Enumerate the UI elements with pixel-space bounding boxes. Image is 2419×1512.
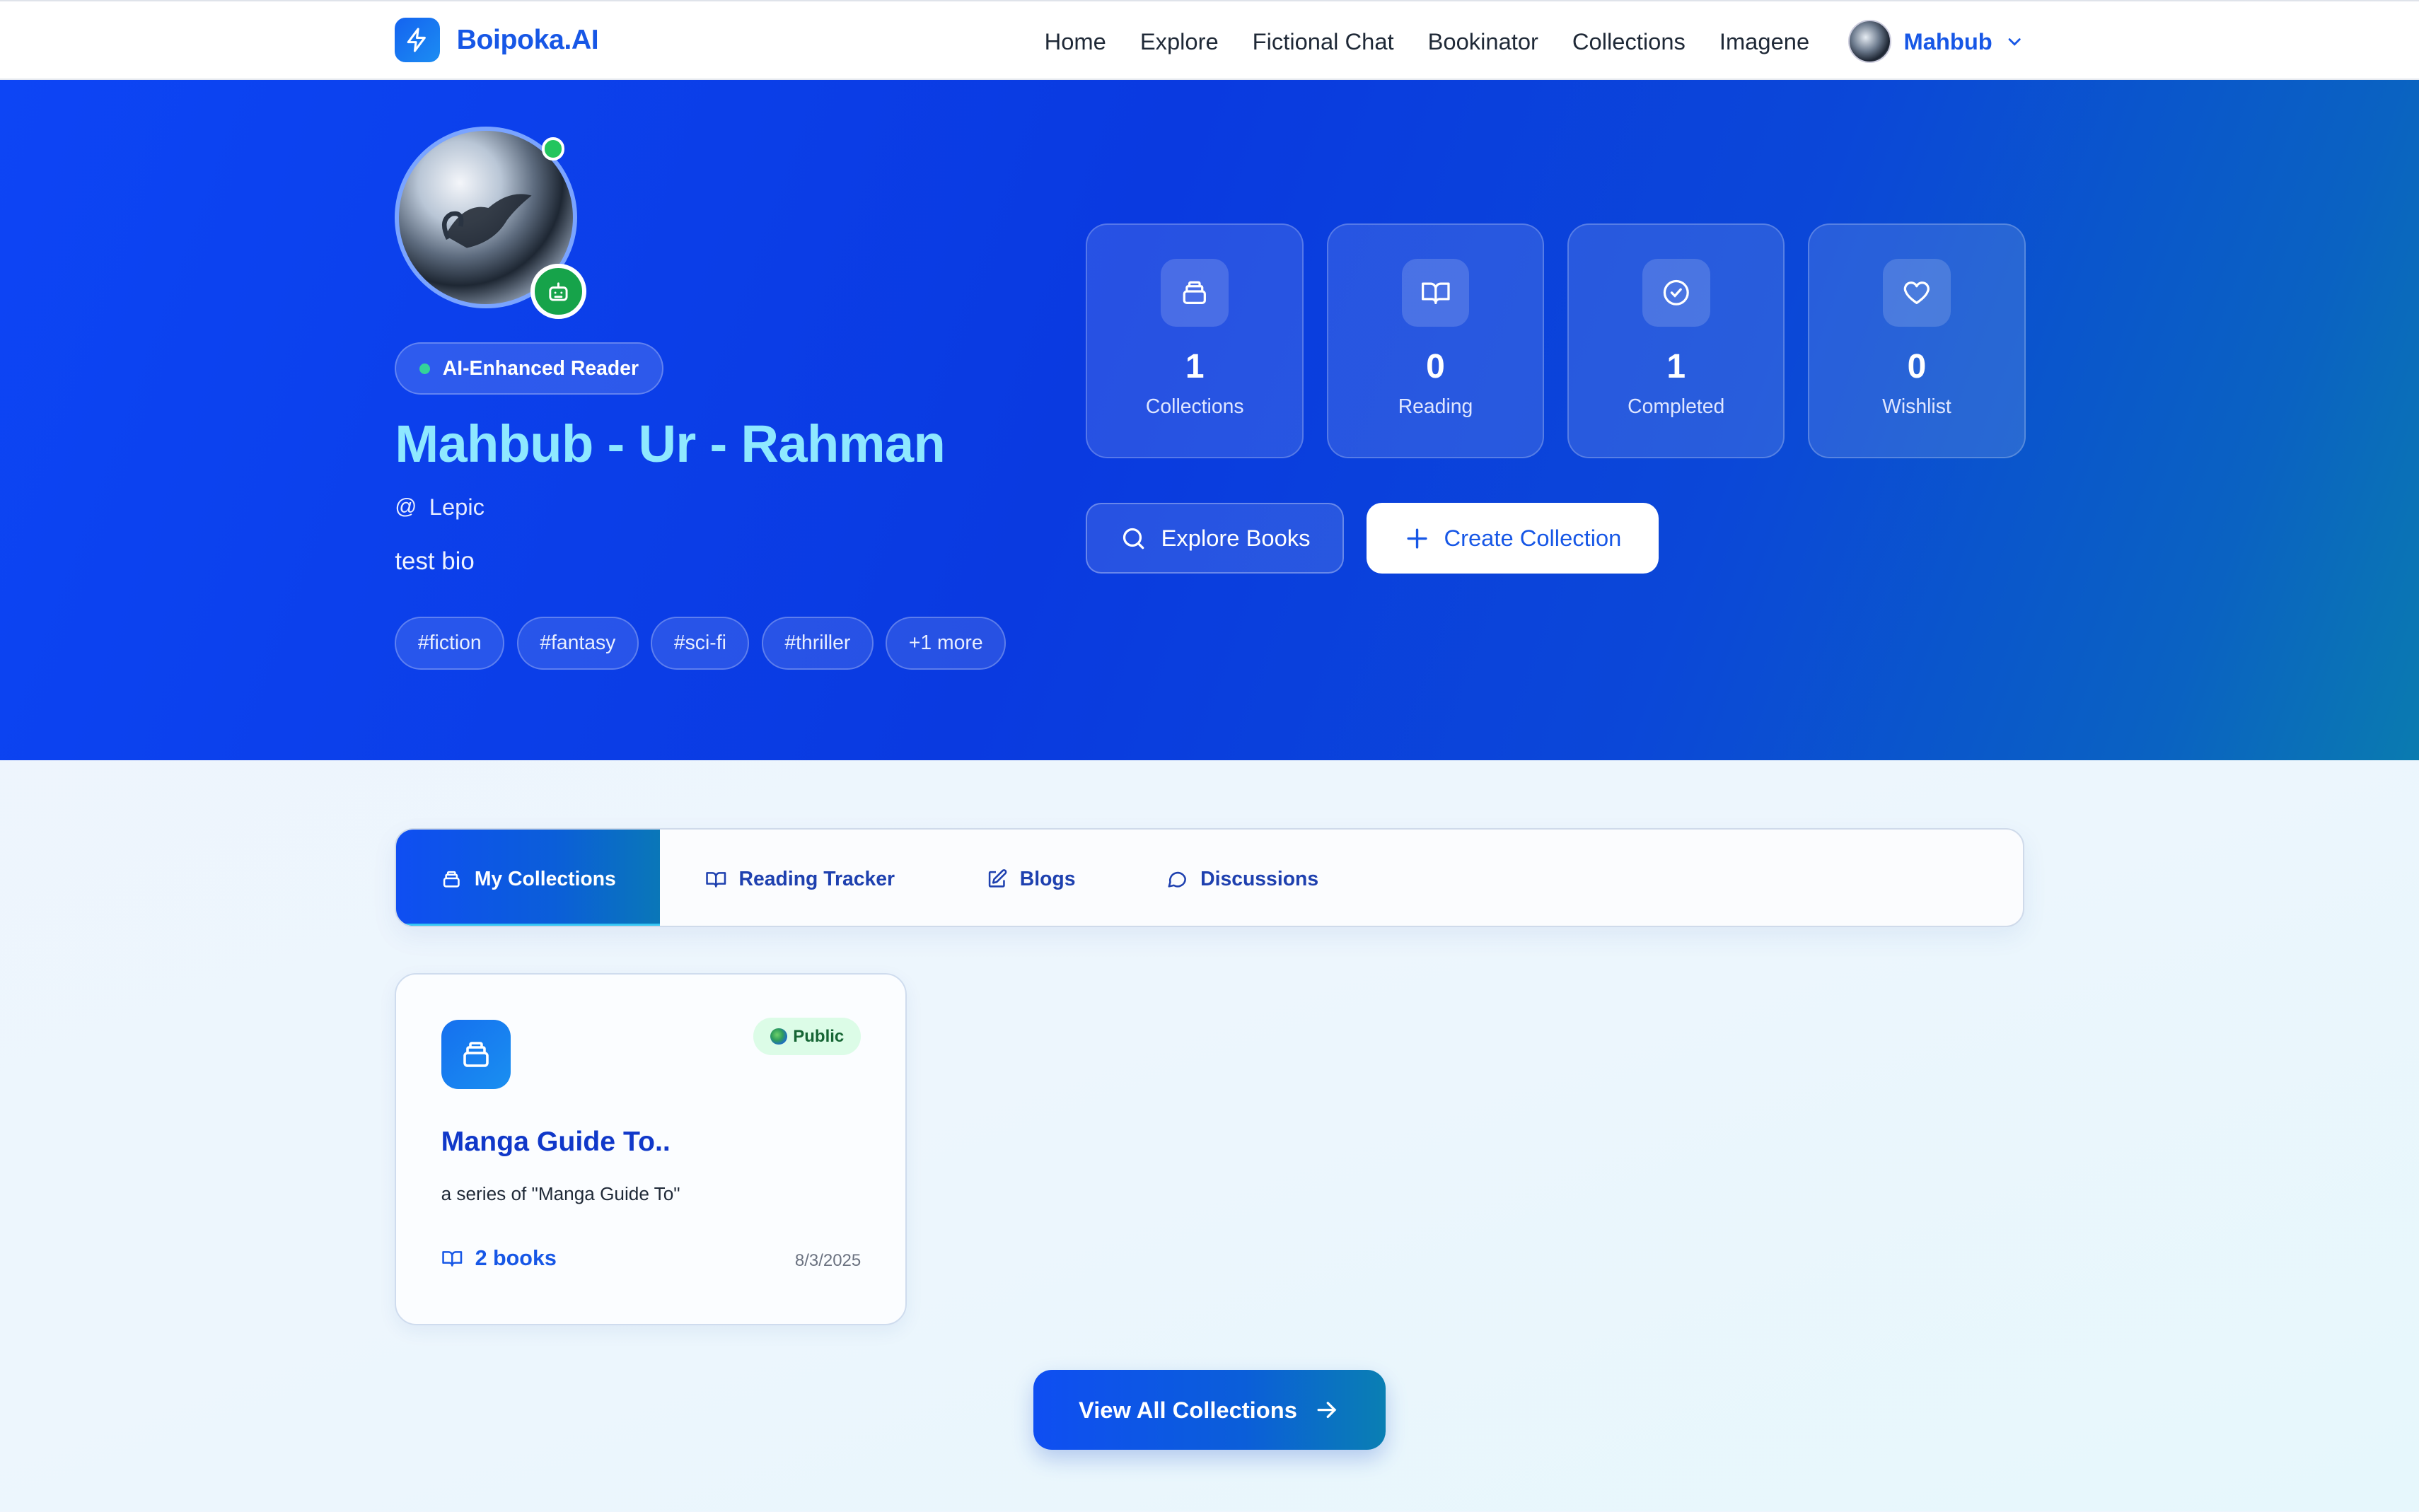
reader-badge: AI-Enhanced Reader <box>395 342 663 395</box>
globe-icon <box>770 1028 787 1045</box>
tab-blogs[interactable]: Blogs <box>986 830 1076 926</box>
nav-link-collections[interactable]: Collections <box>1555 28 1702 55</box>
heart-icon <box>1882 259 1951 327</box>
stat-value: 0 <box>1907 347 1927 385</box>
book-open-icon <box>1401 259 1470 327</box>
profile-name: Mahbub - Ur - Rahman <box>395 414 946 473</box>
visibility-label: Public <box>793 1026 845 1046</box>
profile-tabs: My Collections Reading Tracker Blogs Dis… <box>395 828 2024 927</box>
brand-name: Boipoka.AI <box>456 24 599 55</box>
nav-link-bookinator[interactable]: Bookinator <box>1411 28 1555 55</box>
stat-label: Wishlist <box>1882 395 1951 418</box>
plus-icon <box>1407 528 1427 549</box>
stat-wishlist[interactable]: 0 Wishlist <box>1808 223 2026 458</box>
search-icon <box>1123 528 1144 549</box>
user-menu[interactable]: Mahbub <box>1847 18 2025 64</box>
username-text: Lepic <box>429 493 485 520</box>
collection-book-count: 2 books <box>441 1246 557 1271</box>
book-open-icon <box>441 1251 462 1267</box>
brand[interactable]: Boipoka.AI <box>395 17 599 63</box>
collection-card[interactable]: Public Manga Guide To.. a series of "Man… <box>395 973 907 1325</box>
view-all-label: View All Collections <box>1078 1396 1297 1423</box>
username: @ Lepic <box>395 494 485 521</box>
stat-completed[interactable]: 1 Completed <box>1567 223 1785 458</box>
chevron-down-icon <box>2008 37 2021 46</box>
genre-tags: #fiction #fantasy #sci-fi #thriller +1 m… <box>395 617 1018 670</box>
stat-label: Completed <box>1628 395 1725 418</box>
tab-label: Discussions <box>1200 867 1319 890</box>
tag-sci-fi[interactable]: #sci-fi <box>651 617 750 670</box>
collection-title[interactable]: Manga Guide To.. <box>441 1126 671 1158</box>
main-nav: Home Explore Fictional Chat Bookinator C… <box>1028 1 1827 81</box>
app-root: Boipoka.AI Home Explore Fictional Chat B… <box>0 0 2419 1512</box>
tag-fiction[interactable]: #fiction <box>395 617 505 670</box>
at-icon: @ <box>395 494 417 519</box>
explore-books-label: Explore Books <box>1161 525 1311 552</box>
explore-books-button[interactable]: Explore Books <box>1086 503 1344 574</box>
check-circle-icon <box>1642 259 1710 327</box>
user-name: Mahbub <box>1903 28 1992 54</box>
tab-my-collections[interactable]: My Collections <box>396 830 661 926</box>
collection-icon <box>1161 259 1229 327</box>
stat-value: 1 <box>1185 347 1205 385</box>
tag-more[interactable]: +1 more <box>886 617 1007 670</box>
online-status-indicator <box>541 137 565 161</box>
tab-label: Blogs <box>1019 867 1076 890</box>
lightning-icon <box>395 17 440 63</box>
robot-icon <box>530 263 586 320</box>
stat-value: 0 <box>1426 347 1445 385</box>
tag-thriller[interactable]: #thriller <box>761 617 874 670</box>
nav-link-home[interactable]: Home <box>1028 28 1123 55</box>
book-count-label: 2 books <box>475 1246 557 1271</box>
profile-bio: test bio <box>395 547 475 576</box>
collection-description: a series of "Manga Guide To" <box>441 1182 680 1204</box>
collection-date: 8/3/2025 <box>794 1250 862 1270</box>
tab-label: Reading Tracker <box>738 867 895 890</box>
create-collection-label: Create Collection <box>1444 525 1622 552</box>
stat-reading[interactable]: 0 Reading <box>1326 223 1545 458</box>
top-navbar: Boipoka.AI Home Explore Fictional Chat B… <box>0 0 2419 81</box>
avatar <box>1847 20 1892 64</box>
reader-badge-label: AI-Enhanced Reader <box>442 356 639 380</box>
stat-collections[interactable]: 1 Collections <box>1086 223 1304 458</box>
tab-label: My Collections <box>474 867 616 890</box>
tab-discussions[interactable]: Discussions <box>1166 830 1319 926</box>
nav-link-explore[interactable]: Explore <box>1123 28 1236 55</box>
chat-bubble-icon <box>1168 871 1187 888</box>
profile-stats: 1 Collections 0 Reading 1 Completed 0 Wi… <box>1086 223 2048 458</box>
tab-reading-tracker[interactable]: Reading Tracker <box>705 830 895 926</box>
stat-label: Collections <box>1145 395 1244 418</box>
create-collection-button[interactable]: Create Collection <box>1367 503 1659 574</box>
collection-icon <box>443 871 460 888</box>
nav-link-fictional-chat[interactable]: Fictional Chat <box>1236 28 1411 55</box>
edit-icon <box>988 868 1007 888</box>
collection-icon <box>441 1019 511 1089</box>
book-open-icon <box>705 871 726 888</box>
tag-fantasy[interactable]: #fantasy <box>516 617 639 670</box>
arrow-right-icon <box>1317 1402 1337 1418</box>
nav-link-imagene[interactable]: Imagene <box>1702 28 1826 55</box>
stat-label: Reading <box>1398 395 1473 418</box>
visibility-badge: Public <box>753 1018 862 1055</box>
status-dot <box>419 363 431 374</box>
stat-value: 1 <box>1666 347 1686 385</box>
view-all-collections-button[interactable]: View All Collections <box>1033 1369 1386 1450</box>
